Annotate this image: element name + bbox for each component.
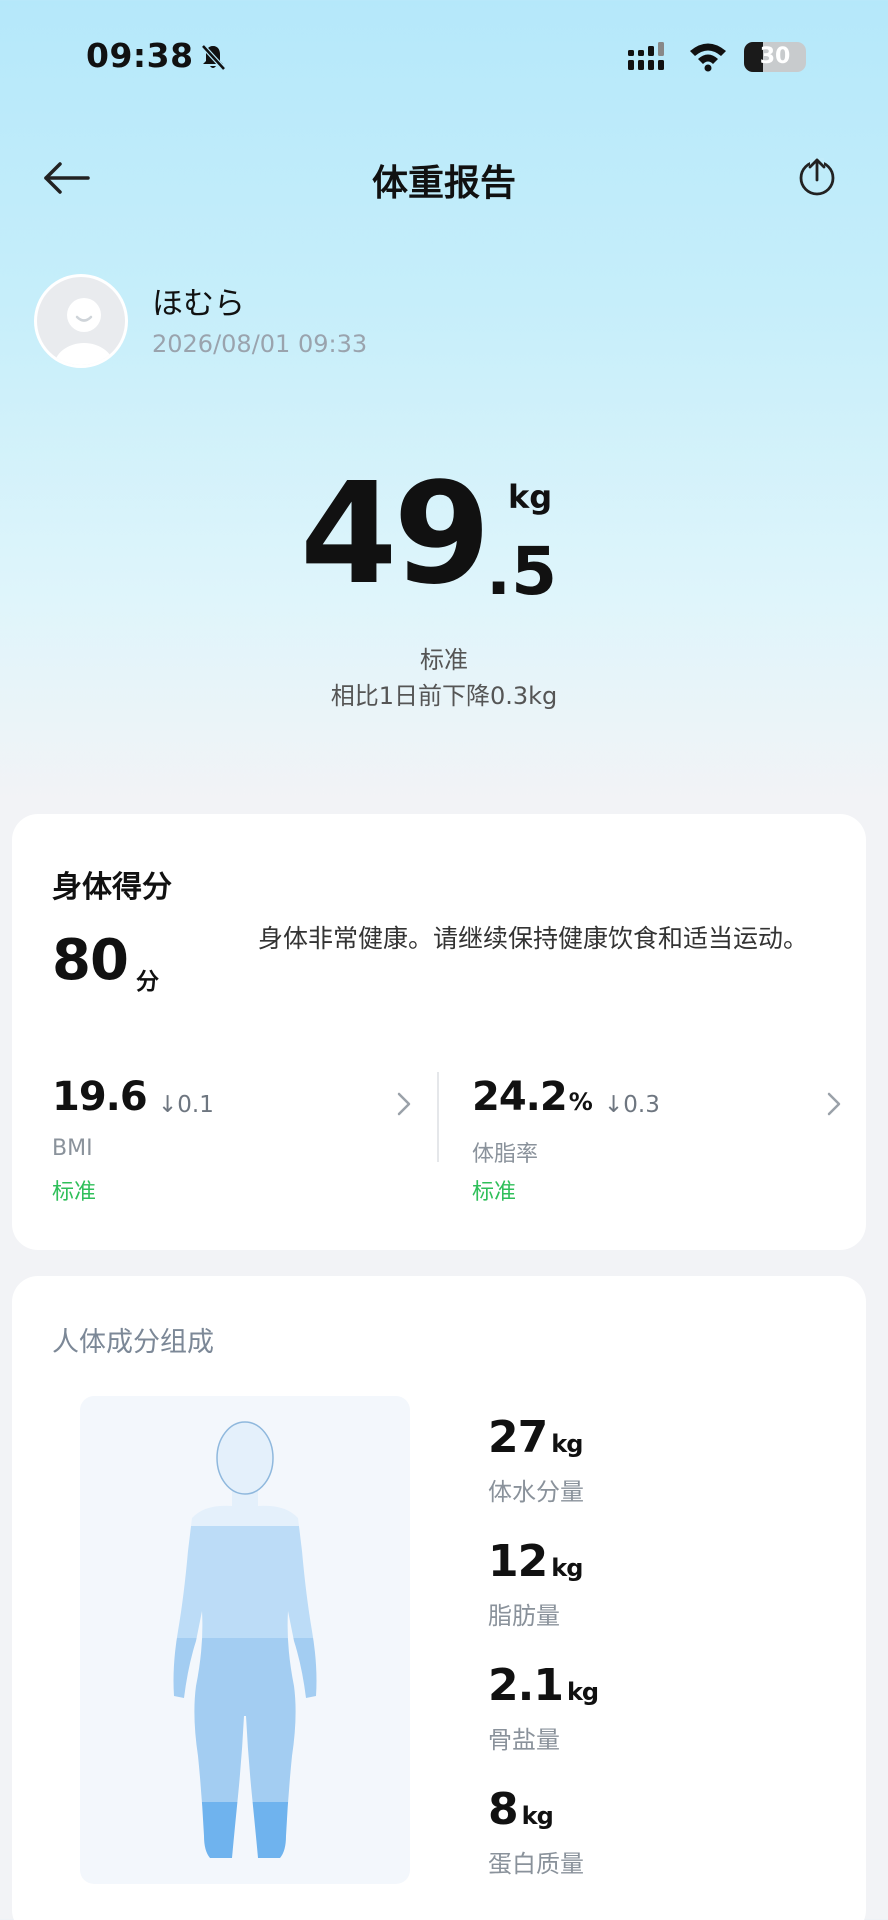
body-figure-panel <box>80 1396 410 1884</box>
cellular-signal-icon <box>628 42 664 70</box>
weight-decimal: .5 <box>486 533 557 610</box>
protein-label: 蛋白质量 <box>488 1850 584 1878</box>
score-title: 身体得分 <box>52 870 172 905</box>
fat-unit: kg <box>551 1554 583 1582</box>
body-composition-card: 人体成分组成 27 kg 体水分量 12 kg 脂肪量 2.1 kg 骨盐量 8… <box>12 1276 866 1920</box>
human-body-figure <box>173 1421 317 1858</box>
bmi-label: BMI <box>52 1136 93 1161</box>
battery-indicator: 30 <box>744 42 806 72</box>
list-item: 2.1 kg 骨盐量 <box>488 1660 788 1784</box>
body-fat-status: 标准 <box>472 1180 517 1205</box>
body-fat-value: 24.2 <box>472 1074 568 1120</box>
list-item: 12 kg 脂肪量 <box>488 1536 788 1660</box>
bmi-metric[interactable]: 19.6 ↓0.1 BMI 标准 <box>52 1074 432 1224</box>
nav-bar: 体重报告 <box>0 140 888 220</box>
status-time: 09:38 <box>86 36 194 75</box>
bone-value: 2.1 <box>488 1660 564 1711</box>
user-name: ほむら <box>152 286 245 322</box>
body-fat-delta: ↓0.3 <box>604 1092 660 1118</box>
avatar[interactable] <box>34 274 128 368</box>
weight-integer: 49 <box>300 453 491 616</box>
list-item: 8 kg 蛋白质量 <box>488 1784 788 1908</box>
protein-value: 8 <box>488 1784 519 1835</box>
metric-divider <box>437 1072 439 1162</box>
score-unit: 分 <box>136 969 159 995</box>
user-profile: ほむら 2026/08/01 09:33 <box>34 274 634 374</box>
bmi-status: 标准 <box>52 1180 97 1205</box>
body-fat-metric[interactable]: 24.2% ↓0.3 体脂率 标准 <box>472 1074 852 1224</box>
score-value: 80 <box>52 928 129 993</box>
bmi-delta: ↓0.1 <box>158 1092 214 1118</box>
weight-unit: kg <box>508 478 553 516</box>
water-value: 27 <box>488 1412 548 1463</box>
body-fat-label: 体脂率 <box>472 1142 539 1167</box>
body-score-card: 身体得分 80 分 身体非常健康。请继续保持健康饮食和适当运动。 19.6 ↓0… <box>12 814 866 1250</box>
body-fat-unit: % <box>568 1088 593 1116</box>
chevron-right-icon[interactable] <box>394 1090 414 1118</box>
battery-level: 30 <box>759 44 791 69</box>
stat-value-row: 2.1 kg <box>488 1660 788 1718</box>
water-unit: kg <box>551 1430 583 1458</box>
bone-unit: kg <box>566 1678 599 1706</box>
stat-value-row: 12 kg <box>488 1536 788 1594</box>
stat-value-row: 27 kg <box>488 1412 788 1470</box>
weight-change: 相比1日前下降0.3kg <box>330 682 558 710</box>
composition-stats: 27 kg 体水分量 12 kg 脂肪量 2.1 kg 骨盐量 8 kg 蛋白质量 <box>488 1412 788 1908</box>
protein-unit: kg <box>521 1802 554 1830</box>
wifi-icon <box>690 43 726 72</box>
list-item: 27 kg 体水分量 <box>488 1412 788 1536</box>
score-description: 身体非常健康。请继续保持健康饮食和适当运动。 <box>258 924 809 953</box>
fat-label: 脂肪量 <box>488 1602 560 1630</box>
water-label: 体水分量 <box>488 1478 584 1506</box>
bmi-value-row: 19.6 <box>52 1074 149 1120</box>
measure-datetime: 2026/08/01 09:33 <box>152 330 368 358</box>
stat-value-row: 8 kg <box>488 1784 788 1842</box>
composition-title: 人体成分组成 <box>52 1327 214 1358</box>
bmi-value: 19.6 <box>52 1074 148 1120</box>
bone-label: 骨盐量 <box>488 1726 560 1754</box>
body-fat-value-row: 24.2% <box>472 1074 593 1120</box>
share-icon[interactable] <box>796 154 838 198</box>
weight-display: 49 kg .5 <box>0 460 888 620</box>
weight-status: 标准 <box>420 646 468 674</box>
chevron-right-icon[interactable] <box>824 1090 844 1118</box>
page-title: 体重报告 <box>371 163 516 204</box>
default-avatar-icon <box>54 298 114 365</box>
bell-muted-icon <box>201 44 226 71</box>
status-bar: 09:38 30 <box>0 0 888 116</box>
fat-value: 12 <box>488 1536 548 1587</box>
